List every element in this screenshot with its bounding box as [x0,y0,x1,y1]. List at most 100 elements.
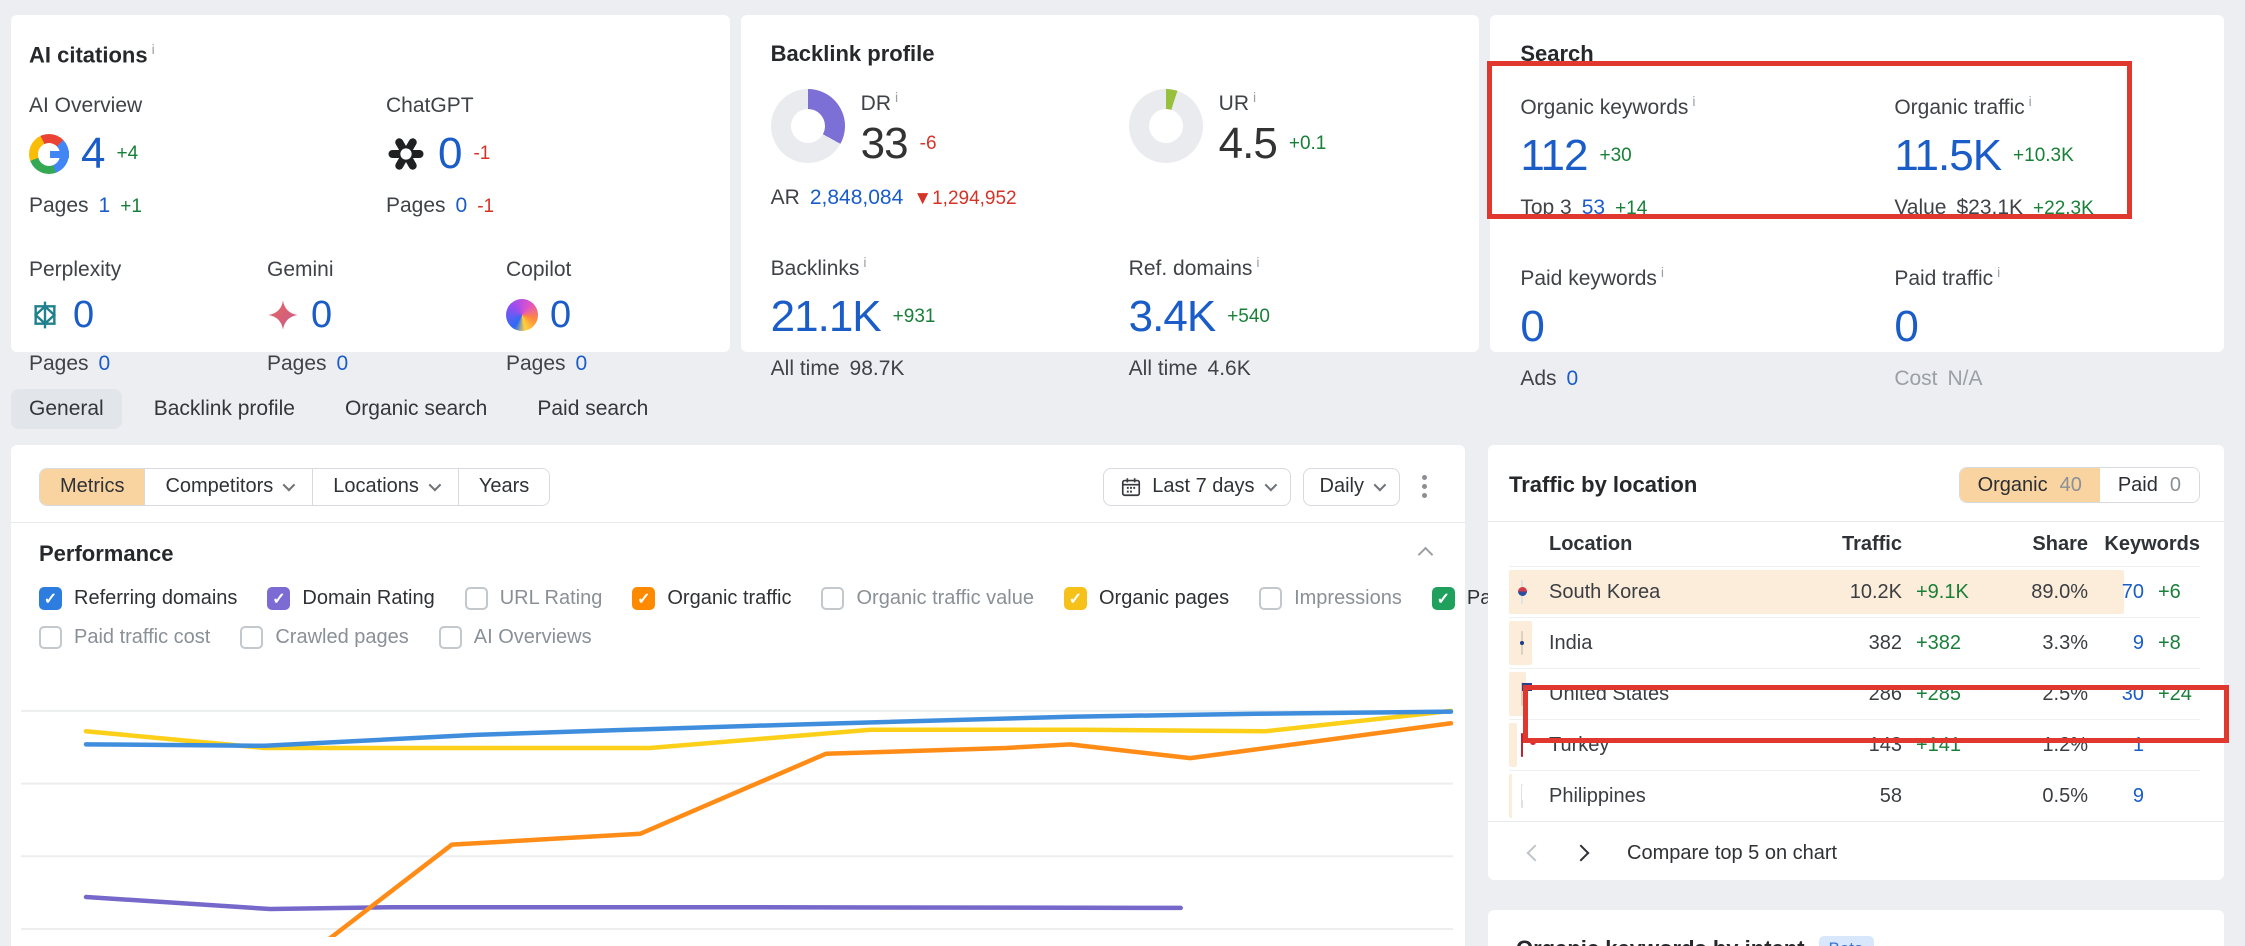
checkbox-box [240,626,263,649]
keywords-value[interactable]: 1 [2088,734,2144,757]
keywords-value[interactable]: 70 [2088,581,2144,604]
organic-keywords-value[interactable]: 112 [1520,134,1587,178]
info-icon[interactable]: i [1997,264,2000,280]
backlink-profile-title: Backlink profile [771,41,1450,67]
location-name: Philippines [1549,785,1802,808]
toggle-paid[interactable]: Paid 0 [2100,468,2199,502]
table-row-philippines[interactable]: Philippines 58 0.5% 9 [1509,770,2200,821]
ar-value[interactable]: 2,848,084 [810,186,903,210]
next-page-button[interactable] [1573,845,1590,862]
checkbox-ai-overviews[interactable]: AI Overviews [439,626,592,649]
info-icon[interactable]: i [863,254,866,270]
keywords-value[interactable]: 9 [2088,785,2144,808]
copilot-value[interactable]: 0 [550,296,570,334]
dashboard-page: AI citationsi AI Overview 4 +4 Pages 1 +… [0,0,2245,946]
perplexity-label: Perplexity [29,258,267,282]
date-range-button[interactable]: Last 7 days [1103,468,1290,506]
traffic-value: 382 [1802,632,1902,655]
location-name: India [1549,632,1802,655]
checkbox-organic-pages[interactable]: Organic pages [1064,587,1229,610]
info-icon[interactable]: i [1692,93,1695,109]
collapse-section-button[interactable] [1420,543,1431,566]
traffic-delta: +141 [1902,734,1992,757]
checkbox-organic-traffic[interactable]: Organic traffic [632,587,791,610]
info-icon[interactable]: i [895,89,898,105]
ai-overview-label: AI Overview [29,94,386,118]
organic-traffic-value[interactable]: 11.5K [1894,134,2001,178]
keywords-value[interactable]: 30 [2088,683,2144,706]
traffic-value: 10.2K [1802,581,1902,604]
table-row-united-states[interactable]: United States 286 +285 2.5% 30 +24 [1509,668,2200,719]
backlinks-value[interactable]: 21.1K [771,295,881,339]
info-icon[interactable]: i [1253,89,1256,105]
segment-locations[interactable]: Locations [313,469,459,505]
ai-citations-title: AI citationsi [29,41,700,68]
table-row-turkey[interactable]: Turkey 143 +141 1.2% 1 [1509,719,2200,770]
checkbox-box [1064,587,1087,610]
tab-organic-search[interactable]: Organic search [327,389,505,429]
checkbox-crawled-pages[interactable]: Crawled pages [240,626,408,649]
ai-stat-ai-overview: AI Overview 4 +4 Pages 1 +1 [29,94,386,218]
previous-page-button[interactable] [1527,845,1544,862]
chatgpt-value[interactable]: 0 [438,132,461,176]
chevron-down-icon [283,479,296,492]
ai-overview-pages: Pages 1 +1 [29,194,386,218]
chatgpt-pages: Pages 0 -1 [386,194,700,218]
checkbox-box [267,587,290,610]
copilot-pages: Pages 0 [506,352,700,376]
col-share: Share [1992,533,2088,556]
ai-stat-perplexity: Perplexity 0 Pages 0 [29,258,267,376]
granularity-button[interactable]: Daily [1303,468,1400,506]
traffic-by-location-title: Traffic by location [1509,472,1697,498]
keywords-delta: +6 [2144,581,2200,604]
gemini-value[interactable]: 0 [311,296,331,334]
traffic-value: 143 [1802,734,1902,757]
segment-competitors[interactable]: Competitors [145,469,313,505]
checkbox-impressions[interactable]: Impressions [1259,587,1402,610]
keywords-value[interactable]: 9 [2088,632,2144,655]
toggle-organic[interactable]: Organic 40 [1960,468,2100,502]
location-name: United States [1549,683,1802,706]
col-location: Location [1549,533,1802,556]
checkbox-paid-traffic-cost[interactable]: Paid traffic cost [39,626,210,649]
checkbox-domain-rating[interactable]: Domain Rating [267,587,434,610]
calendar-icon [1120,476,1142,498]
ref-domains-alltime: All time 4.6K [1129,357,1450,381]
share-value: 89.0% [1992,581,2088,604]
checkbox-organic-traffic-value[interactable]: Organic traffic value [821,587,1034,610]
segment-years[interactable]: Years [459,469,549,505]
chevron-down-icon [428,479,441,492]
tab-paid-search[interactable]: Paid search [519,389,666,429]
info-icon[interactable]: i [1661,264,1664,280]
date-controls: Last 7 days Daily [1103,467,1437,506]
organic-keywords-label: Organic keywordsi [1520,93,1894,120]
ref-domains-value[interactable]: 3.4K [1129,295,1216,339]
ai-overview-value[interactable]: 4 [81,132,104,176]
info-icon[interactable]: i [152,41,155,57]
compare-top5-link[interactable]: Compare top 5 on chart [1627,842,1837,865]
perplexity-value[interactable]: 0 [73,296,93,334]
checkbox-referring-domains[interactable]: Referring domains [39,587,237,610]
paid-traffic-value[interactable]: 0 [1894,305,1917,349]
tab-general[interactable]: General [11,389,122,429]
more-options-button[interactable] [1412,467,1437,506]
performance-header: Performance [39,541,1437,567]
overview-cards-row: AI citationsi AI Overview 4 +4 Pages 1 +… [11,15,2224,352]
backlinks-alltime: All time 98.7K [771,357,1129,381]
share-value: 3.3% [1992,632,2088,655]
chart-toolbar: Metrics Competitors Locations Years [39,467,1437,506]
info-icon[interactable]: i [1256,254,1259,270]
segment-metrics[interactable]: Metrics [40,469,145,505]
organic-keywords-by-intent-card: Organic keywords by intent Beta [1488,910,2224,946]
backlinks-block: Backlinksi 21.1K +931 All time 98.7K [771,254,1129,381]
gemini-pages: Pages 0 [267,352,506,376]
traffic-by-location-card: Traffic by location Organic 40 Paid 0 [1488,445,2224,880]
info-icon[interactable]: i [2029,93,2032,109]
checkbox-url-rating[interactable]: URL Rating [465,587,603,610]
backlinks-delta: +931 [893,306,936,328]
table-row-south-korea[interactable]: South Korea 10.2K +9.1K 89.0% 70 +6 [1509,566,2200,617]
paid-keywords-value[interactable]: 0 [1520,305,1543,349]
table-row-india[interactable]: India 382 +382 3.3% 9 +8 [1509,617,2200,668]
organic-keywords-block: Organic keywordsi 112 +30 Top 3 53 +14 [1520,93,1894,220]
tab-backlink-profile[interactable]: Backlink profile [136,389,313,429]
